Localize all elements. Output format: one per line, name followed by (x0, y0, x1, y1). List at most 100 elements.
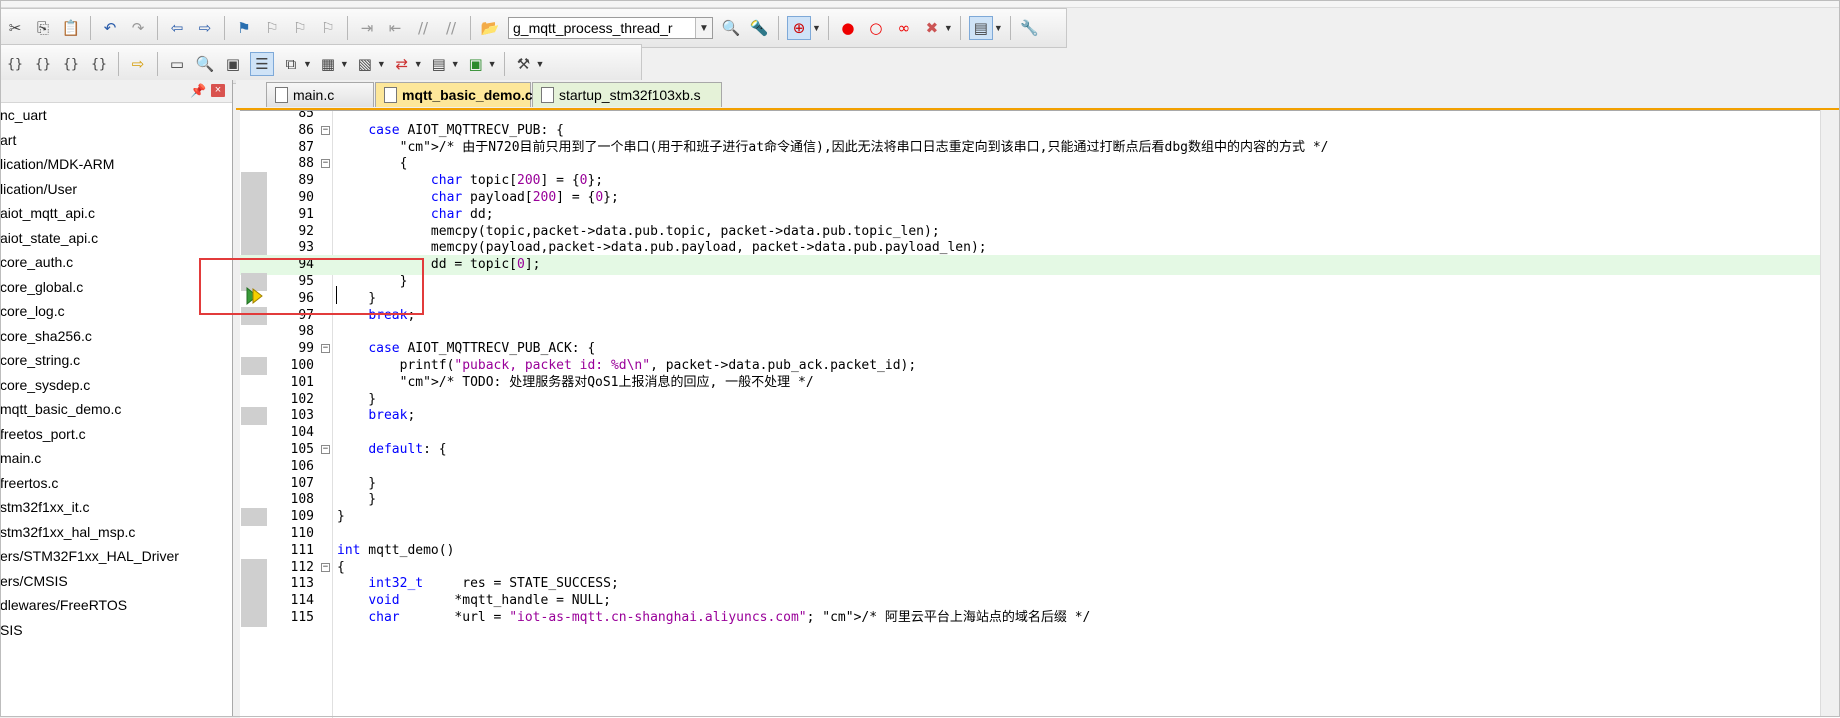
insert-breakpoint-icon[interactable]: ● (837, 17, 859, 39)
call-stack-window-icon[interactable]: ⧉ (280, 53, 302, 75)
step-over-icon[interactable]: {} (32, 53, 54, 75)
run-to-cursor-icon[interactable]: {} (88, 53, 110, 75)
project-tree-item[interactable]: nc_uart (0, 103, 232, 128)
find-icon[interactable]: 🔍 (720, 17, 742, 39)
chevron-down-icon[interactable]: ▼ (377, 59, 386, 69)
debug-session-icon[interactable]: ⊕ (787, 16, 811, 40)
configure-icon[interactable]: 🔧 (1019, 17, 1041, 39)
fold-toggle-icon[interactable]: − (321, 562, 330, 572)
close-icon[interactable]: × (211, 84, 225, 97)
unindent-icon[interactable]: ⇤ (384, 17, 406, 39)
next-bookmark-icon[interactable]: ⚐ (289, 17, 311, 39)
chevron-down-icon[interactable]: ▼ (812, 23, 821, 33)
project-tree-item[interactable]: core_string.c (0, 348, 232, 373)
project-tree-item[interactable]: core_auth.c (0, 250, 232, 275)
comment-icon[interactable]: // (412, 17, 434, 39)
copy-icon[interactable]: ⎘ (32, 17, 54, 39)
project-tree-item[interactable]: art (0, 128, 232, 153)
redo-icon[interactable]: ↷ (127, 17, 149, 39)
tab-main-c[interactable]: main.c (266, 82, 374, 107)
chevron-down-icon[interactable]: ▼ (944, 23, 953, 33)
watch-window-icon[interactable]: ▦ (317, 53, 339, 75)
command-window-icon[interactable]: ▭ (166, 53, 188, 75)
project-tree-item[interactable]: main.c (0, 446, 232, 471)
toolbar-separator (118, 52, 119, 76)
project-tree-item[interactable]: core_log.c (0, 299, 232, 324)
project-tree-item[interactable]: lication/MDK-ARM (0, 152, 232, 177)
project-tree-item[interactable]: mqtt_basic_demo.c (0, 397, 232, 422)
chevron-down-icon[interactable]: ▼ (488, 59, 497, 69)
fold-toggle-icon[interactable]: − (321, 445, 330, 454)
uncomment-icon[interactable]: // (440, 17, 462, 39)
highlight-annotation-box (199, 258, 424, 315)
project-tree-item[interactable]: ers/CMSIS (0, 569, 232, 594)
disassembly-window-icon[interactable]: 🔍 (194, 53, 216, 75)
chevron-down-icon[interactable]: ▼ (695, 18, 712, 38)
fold-toggle-icon[interactable]: − (321, 344, 330, 354)
show-next-statement-icon[interactable]: ⇨ (127, 53, 149, 75)
chevron-down-icon[interactable]: ▼ (303, 59, 312, 69)
undo-icon[interactable]: ↶ (99, 17, 121, 39)
trace-window-icon[interactable]: ▣ (465, 53, 487, 75)
kill-all-breakpoints-icon[interactable]: ✖ (921, 17, 943, 39)
main-toolbar: ✂ ⎘ 📋 ↶ ↷ ⇦ ⇨ ⚑ ⚐ ⚐ ⚐ ⇥ ⇤ // // 📂 g_mqtt… (0, 8, 1067, 48)
code-line[interactable]: 115 char *url = "iot-as-mqtt.cn-shanghai… (240, 608, 1840, 628)
toolbar-separator (1009, 16, 1011, 40)
disable-breakpoint-icon[interactable]: ○ (865, 17, 887, 39)
function-combo-value: g_mqtt_process_thread_r (513, 20, 673, 36)
chevron-down-icon[interactable]: ▼ (414, 59, 423, 69)
project-tree-item[interactable]: aiot_mqtt_api.c (0, 201, 232, 226)
incremental-find-icon[interactable]: 🔦 (748, 17, 770, 39)
tab-label: mqtt_basic_demo.c (402, 87, 533, 103)
clear-bookmarks-icon[interactable]: ⚐ (317, 17, 339, 39)
toolbox-icon[interactable]: ⚒ (513, 53, 535, 75)
fold-toggle-icon[interactable]: − (321, 159, 330, 169)
project-tree-item[interactable]: core_global.c (0, 275, 232, 300)
analysis-window-icon[interactable]: ▤ (428, 53, 450, 75)
fold-toggle-icon[interactable]: − (321, 125, 330, 135)
project-tree-item[interactable]: aiot_state_api.c (0, 226, 232, 251)
prev-bookmark-icon[interactable]: ⚐ (261, 17, 283, 39)
chevron-down-icon[interactable]: ▼ (994, 23, 1003, 33)
tab-mqtt-basic-demo-c[interactable]: mqtt_basic_demo.c (375, 82, 533, 107)
bookmark-icon[interactable]: ⚑ (233, 17, 255, 39)
project-tree-item[interactable]: core_sha256.c (0, 324, 232, 349)
disable-all-breakpoints-icon[interactable]: ∞ (893, 17, 915, 39)
toolbar-separator (224, 16, 225, 40)
navigate-forward-icon[interactable]: ⇨ (194, 17, 216, 39)
chevron-down-icon[interactable]: ▼ (451, 59, 460, 69)
toolbar-separator (347, 16, 348, 40)
project-tree-item[interactable]: freetos_port.c (0, 422, 232, 447)
project-tree-item[interactable]: lication/User (0, 177, 232, 202)
project-tree-item[interactable]: freertos.c (0, 471, 232, 496)
project-tree-item[interactable]: stm32f1xx_it.c (0, 495, 232, 520)
toolbar-separator (157, 52, 158, 76)
symbols-window-icon[interactable]: ▣ (222, 53, 244, 75)
chevron-down-icon[interactable]: ▼ (536, 59, 545, 69)
cut-icon[interactable]: ✂ (4, 17, 26, 39)
project-tree-item[interactable]: core_sysdep.c (0, 373, 232, 398)
window-layout-icon[interactable]: ▤ (968, 16, 993, 40)
serial-window-icon[interactable]: ⇄ (391, 53, 413, 75)
chevron-down-icon[interactable]: ▼ (340, 59, 349, 69)
project-tree-item[interactable]: dlewares/FreeRTOS (0, 593, 232, 618)
step-out-icon[interactable]: {} (60, 53, 82, 75)
registers-window-icon[interactable]: ☰ (250, 52, 274, 76)
project-tree-item[interactable]: SIS (0, 618, 232, 643)
navigate-back-icon[interactable]: ⇦ (166, 17, 188, 39)
function-combo[interactable]: g_mqtt_process_thread_r ▼ (508, 17, 713, 39)
tab-startup-stm32f103xb-s[interactable]: startup_stm32f103xb.s (532, 82, 722, 107)
coverage-marker[interactable] (241, 609, 267, 627)
find-in-files-icon[interactable]: 📂 (479, 17, 501, 39)
vertical-scrollbar[interactable] (1820, 110, 1840, 717)
memory-window-icon[interactable]: ▧ (354, 53, 376, 75)
step-icon[interactable]: {} (4, 53, 26, 75)
tab-label: startup_stm32f103xb.s (559, 87, 701, 103)
project-tree-item[interactable]: ers/STM32F1xx_HAL_Driver (0, 544, 232, 569)
paste-icon[interactable]: 📋 (60, 17, 82, 39)
project-tree-item[interactable]: stm32f1xx_hal_msp.c (0, 520, 232, 545)
code-editor[interactable]: 85 86− case AIOT_MQTTRECV_PUB: {87 "cm">/… (240, 110, 1840, 718)
window-top-strip (0, 0, 1840, 8)
pin-icon[interactable]: 📌 (190, 83, 206, 99)
indent-icon[interactable]: ⇥ (356, 17, 378, 39)
